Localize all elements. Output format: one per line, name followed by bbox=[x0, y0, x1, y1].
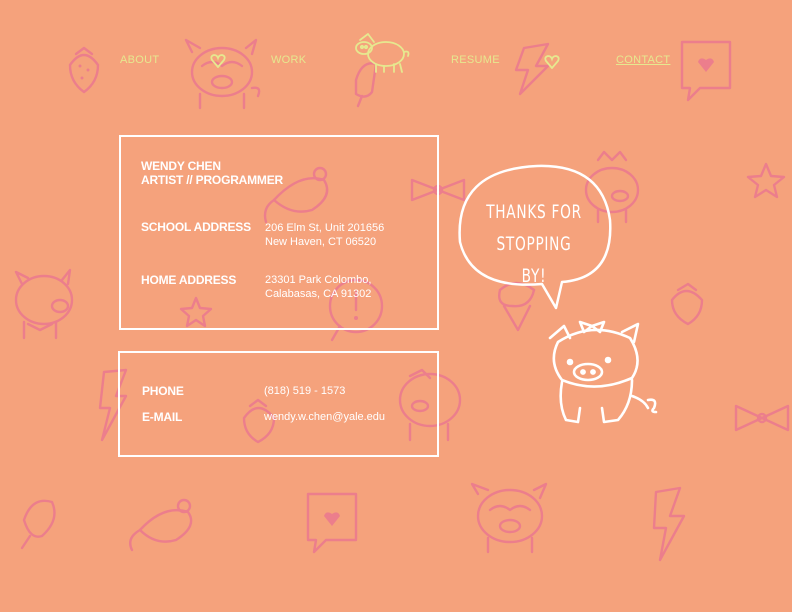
home-address-line2: Calabasas, CA 91302 bbox=[265, 288, 372, 300]
pig-sunglasses-icon bbox=[470, 482, 548, 554]
profile-title: ARTIST // PROGRAMMER bbox=[141, 173, 283, 187]
pig-bowtie-icon bbox=[14, 268, 74, 340]
bow-icon bbox=[734, 404, 790, 432]
mouse-icon bbox=[129, 498, 193, 552]
pig-illustration bbox=[548, 320, 658, 424]
phone-label: PHONE bbox=[142, 384, 184, 398]
school-address-line1: 206 Elm St, Unit 201656 bbox=[265, 222, 385, 234]
heart-icon bbox=[544, 55, 560, 69]
bubble-line2: STOPPING BY! bbox=[496, 233, 572, 287]
contact-card: PHONE (818) 519 - 1573 E-MAIL wendy.w.ch… bbox=[118, 351, 439, 457]
profile-name: WENDY CHEN bbox=[141, 159, 221, 173]
strawberry-icon bbox=[68, 46, 100, 94]
school-address-line2: New Haven, CT 06520 bbox=[265, 236, 377, 248]
home-address-label: HOME ADDRESS bbox=[141, 273, 237, 287]
star-icon bbox=[746, 162, 786, 199]
heart-speech-icon bbox=[680, 40, 732, 102]
phone-value[interactable]: (818) 519 - 1573 bbox=[264, 384, 345, 398]
email-label: E-MAIL bbox=[142, 410, 183, 424]
bubble-text: THANKS FOR STOPPING BY! bbox=[484, 196, 585, 292]
strawberry-icon bbox=[670, 282, 704, 326]
home-address-value: 23301 Park Colombo, Calabasas, CA 91302 bbox=[265, 273, 371, 301]
heart-icon bbox=[210, 54, 226, 68]
email-link[interactable]: wendy.w.chen@yale.edu bbox=[264, 410, 385, 424]
pig-logo-icon[interactable] bbox=[352, 30, 414, 76]
bubble-line1: THANKS FOR bbox=[486, 201, 582, 223]
school-address-label: SCHOOL ADDRESS bbox=[141, 220, 251, 234]
nav-contact[interactable]: CONTACT bbox=[616, 54, 670, 66]
nav-work[interactable]: WORK bbox=[271, 54, 306, 66]
address-card: WENDY CHEN ARTIST // PROGRAMMER SCHOOL A… bbox=[119, 135, 439, 330]
school-address-value: 206 Elm St, Unit 201656 New Haven, CT 06… bbox=[265, 221, 384, 249]
lightning-icon bbox=[652, 486, 686, 562]
pig-sunglasses-icon bbox=[184, 38, 261, 110]
popsicle-icon bbox=[20, 499, 56, 550]
lightning-icon bbox=[514, 42, 550, 96]
nav-resume[interactable]: RESUME bbox=[451, 54, 500, 66]
heart-speech-icon bbox=[306, 492, 358, 554]
home-address-line1: 23301 Park Colombo, bbox=[265, 274, 372, 286]
nav-about[interactable]: ABOUT bbox=[120, 54, 159, 66]
